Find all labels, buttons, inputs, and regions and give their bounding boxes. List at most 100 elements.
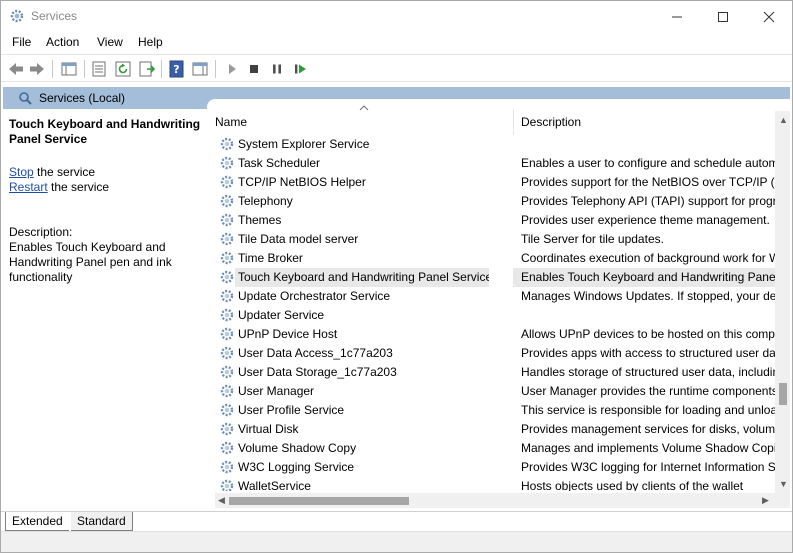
service-gear-icon [220,175,234,189]
service-row[interactable]: Themes Provides user experience theme man… [207,211,775,230]
service-row[interactable]: TCP/IP NetBIOS Helper Provides support fo… [207,173,775,192]
service-row[interactable]: Time Broker Coordinates execution of back… [207,249,775,268]
service-gear-icon [220,137,234,151]
toolbar-separator [215,60,216,78]
stop-action-line: Stop the service [9,165,95,179]
services-table-body: System Explorer Service Task Scheduler Ena… [207,135,775,491]
tab-standard[interactable]: Standard [71,512,133,531]
service-name-cell: Virtual Disk [238,422,299,436]
restart-service-link[interactable]: Restart [9,180,48,194]
forward-arrow-icon[interactable] [28,60,46,78]
service-name-cell: User Data Access_1c77a203 [238,346,393,360]
service-gear-icon [220,289,234,303]
properties-icon[interactable] [90,60,108,78]
scroll-right-arrow-icon[interactable]: ▶ [762,495,769,505]
service-name-cell: W3C Logging Service [238,460,355,474]
menu-view[interactable]: View [97,35,123,49]
service-gear-icon [220,460,234,474]
scroll-up-arrow-icon[interactable]: ▲ [779,115,788,125]
service-gear-icon [220,384,234,398]
service-row[interactable]: Touch Keyboard and Handwriting Panel Ser… [207,268,775,287]
service-row[interactable]: User Data Access_1c77a203 Provides apps w… [207,344,775,363]
service-description-cell: Hosts objects used by clients of the wal… [521,479,744,491]
console-tree-icon[interactable] [60,60,78,78]
service-description-cell: Provides apps with access to structured … [521,346,775,360]
service-row[interactable]: Updater Service [207,306,775,325]
pause-service-icon[interactable] [268,60,286,78]
service-name-cell: Volume Shadow Copy [238,441,357,455]
services-gear-icon [10,9,24,23]
service-row[interactable]: User Data Storage_1c77a203 Handles storag… [207,363,775,382]
service-name-cell: System Explorer Service [238,137,370,151]
minimize-button[interactable] [654,1,700,31]
tab-extended[interactable]: Extended [5,512,69,531]
service-name-cell: Tile Data model server [238,232,359,246]
service-description-cell: Provides Telephony API (TAPI) support fo… [521,194,775,208]
close-button[interactable] [746,1,792,31]
service-description-cell: Handles storage of structured user data,… [521,365,775,379]
close-icon [763,11,775,23]
service-gear-icon [220,346,234,360]
view-tabs: Extended Standard [1,511,792,531]
service-gear-icon [220,441,234,455]
service-description-cell: Provides support for the NetBIOS over TC… [521,175,775,189]
toolbar-separator [84,60,85,78]
service-name-cell: UPnP Device Host [238,327,338,341]
stop-service-icon[interactable] [245,60,263,78]
title-bar: Services [1,1,792,31]
menu-file[interactable]: File [12,35,31,49]
service-description-cell: This service is responsible for loading … [521,403,775,417]
service-row[interactable]: Virtual Disk Provides management services… [207,420,775,439]
service-row[interactable]: Task Scheduler Enables a user to configur… [207,154,775,173]
vertical-scroll-thumb[interactable] [779,383,787,405]
horizontal-scroll-thumb[interactable] [229,497,409,505]
menu-action[interactable]: Action [46,35,79,49]
service-name-cell: Update Orchestrator Service [238,289,391,303]
help-icon[interactable]: ? [168,60,186,78]
service-row[interactable]: UPnP Device Host Allows UPnP devices to b… [207,325,775,344]
minimize-icon [672,16,682,18]
export-list-icon[interactable] [138,60,156,78]
show-hide-action-pane-icon[interactable] [191,60,209,78]
service-description-cell: Manages Windows Updates. If stopped, you… [521,289,775,303]
vertical-scrollbar[interactable] [775,111,790,493]
services-window: Services File Action View Help ? Service… [0,0,793,553]
refresh-icon[interactable] [114,60,132,78]
menu-bar: File Action View Help [1,31,792,53]
service-gear-icon [220,251,234,265]
service-name-cell: User Data Storage_1c77a203 [238,365,397,379]
toolbar-separator [161,60,162,78]
service-description-cell: User Manager provides the runtime compon… [521,384,775,398]
service-description-cell: Tile Server for tile updates. [521,232,664,246]
service-row[interactable]: Update Orchestrator Service Manages Windo… [207,287,775,306]
service-name-cell: Themes [238,213,282,227]
column-header-description[interactable]: Description [513,109,783,135]
service-row[interactable]: Volume Shadow Copy Manages and implements… [207,439,775,458]
scroll-down-arrow-icon[interactable]: ▼ [779,479,788,489]
service-row[interactable]: W3C Logging Service Provides W3C logging … [207,458,775,477]
service-gear-icon [220,194,234,208]
service-description-cell [513,135,775,154]
scroll-left-arrow-icon[interactable]: ◀ [218,495,225,505]
service-row[interactable]: Telephony Provides Telephony API (TAPI) s… [207,192,775,211]
stop-service-link[interactable]: Stop [9,165,34,179]
service-name-cell: Task Scheduler [238,156,321,170]
service-row[interactable]: WalletService Hosts objects used by clien… [207,477,775,491]
selected-service-title: Touch Keyboard and Handwriting Panel Ser… [9,117,201,146]
start-service-icon[interactable] [223,60,241,78]
service-gear-icon [220,422,234,436]
maximize-button[interactable] [700,1,746,31]
service-description-text: Enables Touch Keyboard and Handwriting P… [9,240,172,284]
service-row[interactable]: User Manager User Manager provides the ru… [207,382,775,401]
menu-help[interactable]: Help [138,35,163,49]
column-header-name[interactable]: Name [215,109,515,135]
service-row[interactable]: System Explorer Service [207,135,775,154]
service-row[interactable]: User Profile Service This service is resp… [207,401,775,420]
stop-action-text: the service [33,165,96,179]
back-arrow-icon[interactable] [7,60,25,78]
service-description-cell: Enables Touch Keyboard and Handwriting P… [513,268,775,287]
service-name-cell: User Manager [238,384,315,398]
service-row[interactable]: Tile Data model server Tile Server for ti… [207,230,775,249]
service-gear-icon [220,365,234,379]
restart-service-icon[interactable] [291,60,309,78]
